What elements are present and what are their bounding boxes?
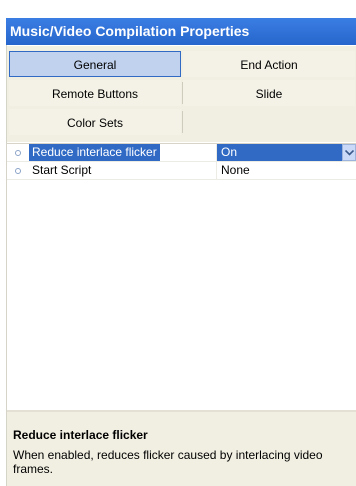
property-row[interactable]: Start Script None: [7, 162, 356, 180]
dropdown-button[interactable]: [342, 144, 356, 161]
tab-separator: [182, 82, 183, 104]
tab-end-action[interactable]: End Action: [183, 51, 355, 77]
property-row[interactable]: Reduce interlace flicker On: [7, 144, 356, 162]
property-name[interactable]: Start Script: [29, 162, 94, 179]
property-bullet-icon: [15, 150, 21, 156]
chevron-down-icon: [344, 149, 354, 156]
tab-slide[interactable]: Slide: [183, 80, 355, 106]
description-pane: Reduce interlace flicker When enabled, r…: [7, 412, 356, 486]
property-bullet-icon: [15, 168, 21, 174]
column-separator: [216, 162, 217, 179]
tab-separator: [182, 111, 183, 133]
property-grid: Reduce interlace flicker On Start Script…: [7, 144, 356, 410]
tab-bar: General End Action Remote Buttons Slide …: [7, 46, 356, 142]
description-title: Reduce interlace flicker: [13, 428, 148, 442]
panel-title: Music/Video Compilation Properties: [6, 18, 356, 45]
property-name[interactable]: Reduce interlace flicker: [29, 144, 160, 161]
tab-color-sets[interactable]: Color Sets: [9, 109, 181, 135]
description-text: When enabled, reduces flicker caused by …: [13, 448, 323, 476]
tab-general[interactable]: General: [9, 51, 181, 77]
properties-panel: Music/Video Compilation Properties Gener…: [0, 0, 356, 486]
property-value-select[interactable]: On: [217, 144, 342, 161]
property-value[interactable]: None: [221, 162, 250, 179]
tab-remote-buttons[interactable]: Remote Buttons: [9, 80, 181, 106]
